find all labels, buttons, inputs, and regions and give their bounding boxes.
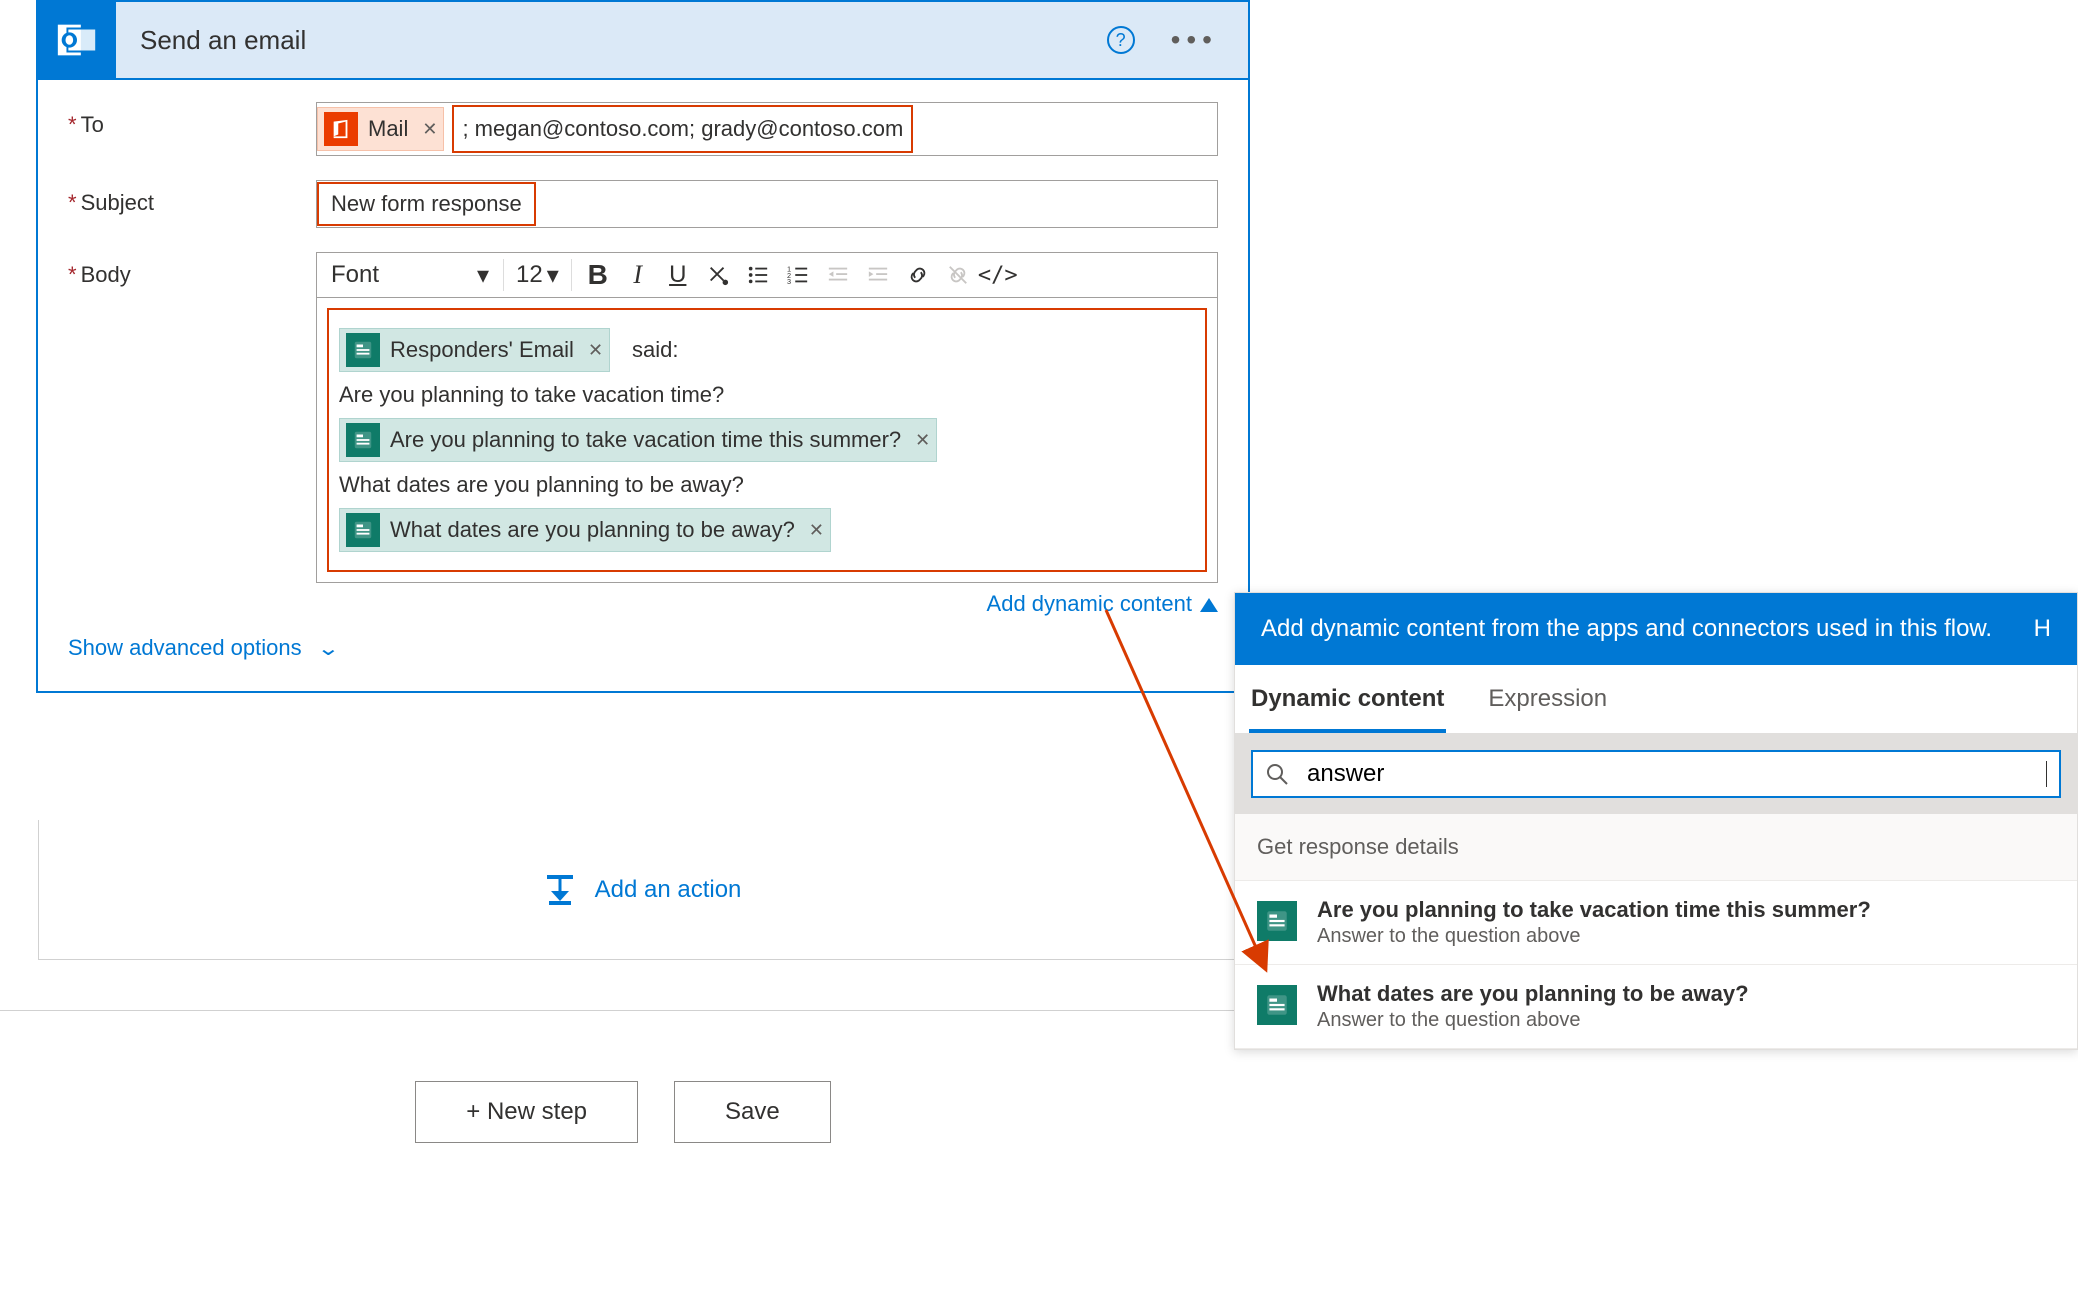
- underline-icon[interactable]: U: [660, 257, 696, 293]
- body-text-line1: Are you planning to take vacation time?: [339, 382, 1195, 408]
- code-view-icon[interactable]: </>: [980, 257, 1016, 293]
- dynamic-item-title: Are you planning to take vacation time t…: [1317, 897, 1871, 923]
- add-dynamic-content-row: Add dynamic content: [316, 591, 1218, 617]
- triangle-up-icon: [1200, 598, 1218, 612]
- token-q1-label: Are you planning to take vacation time t…: [390, 427, 901, 453]
- show-advanced-options-link[interactable]: Show advanced options ⌄: [68, 625, 336, 661]
- link-icon[interactable]: [900, 257, 936, 293]
- dynamic-item-title: What dates are you planning to be away?: [1317, 981, 1749, 1007]
- more-menu-icon[interactable]: •••: [1171, 24, 1218, 56]
- body-label: *Body: [68, 252, 316, 617]
- send-email-card: Send an email ? ••• *To Mail ✕: [36, 0, 1250, 693]
- dynamic-search[interactable]: [1251, 750, 2061, 798]
- dynamic-search-wrap: [1235, 734, 2077, 814]
- tab-expression[interactable]: Expression: [1486, 665, 1609, 733]
- field-body: *Body Font▾ 12▾ B I U: [68, 252, 1218, 617]
- chevron-down-icon: ⌄: [316, 636, 339, 661]
- subject-label: *Subject: [68, 180, 316, 228]
- token-q2-label: What dates are you planning to be away?: [390, 517, 795, 543]
- field-to: *To Mail ✕ ; megan@contoso.com; grady@co…: [68, 102, 1218, 156]
- body-editor[interactable]: Responders' Email ✕ said: Are you planni…: [316, 297, 1218, 583]
- add-action-button[interactable]: Add an action: [38, 820, 1246, 960]
- field-subject: *Subject New form response: [68, 180, 1218, 228]
- bottom-button-bar: + New step Save: [0, 1010, 1246, 1143]
- size-dropdown[interactable]: 12▾: [512, 259, 563, 292]
- indent-icon[interactable]: [860, 257, 896, 293]
- italic-icon[interactable]: I: [620, 257, 656, 293]
- outdent-icon[interactable]: [820, 257, 856, 293]
- dynamic-section-header: Get response details: [1235, 814, 2077, 881]
- forms-icon: [1257, 901, 1297, 941]
- dynamic-search-input[interactable]: [1307, 760, 2048, 788]
- dynamic-content-header-text: Add dynamic content from the apps and co…: [1261, 613, 1992, 645]
- new-step-button[interactable]: + New step: [415, 1081, 638, 1143]
- tab-dynamic-content[interactable]: Dynamic content: [1249, 665, 1446, 733]
- save-button[interactable]: Save: [674, 1081, 831, 1143]
- dynamic-content-panel: Add dynamic content from the apps and co…: [1234, 592, 2078, 1050]
- dynamic-content-header: Add dynamic content from the apps and co…: [1235, 593, 2077, 665]
- svg-text:3: 3: [787, 277, 791, 286]
- bullet-list-icon[interactable]: [740, 257, 776, 293]
- card-body: *To Mail ✕ ; megan@contoso.com; grady@co…: [38, 80, 1248, 691]
- hide-link-partial[interactable]: H: [2034, 613, 2051, 645]
- bold-icon[interactable]: B: [580, 257, 616, 293]
- token-q2[interactable]: What dates are you planning to be away? …: [339, 508, 831, 552]
- body-text-line2: What dates are you planning to be away?: [339, 472, 1195, 498]
- token-q1[interactable]: Are you planning to take vacation time t…: [339, 418, 937, 462]
- subject-input[interactable]: New form response: [316, 180, 1218, 228]
- body-text-said: said:: [632, 337, 678, 363]
- text-cursor: [2046, 761, 2047, 787]
- card-title: Send an email: [140, 25, 1107, 56]
- forms-icon: [346, 333, 380, 367]
- body-content-highlight: Responders' Email ✕ said: Are you planni…: [327, 308, 1207, 572]
- dynamic-content-tabs: Dynamic content Expression: [1235, 665, 2077, 734]
- subject-text: New form response: [331, 191, 522, 217]
- dynamic-item[interactable]: Are you planning to take vacation time t…: [1235, 881, 2077, 965]
- richtext-toolbar: Font▾ 12▾ B I U: [316, 252, 1218, 297]
- add-action-icon: [543, 873, 577, 907]
- token-mail[interactable]: Mail ✕: [317, 107, 444, 151]
- add-dynamic-content-link[interactable]: Add dynamic content: [987, 591, 1218, 616]
- token-responders-remove[interactable]: ✕: [588, 340, 603, 361]
- outlook-icon: [38, 1, 116, 79]
- add-action-label: Add an action: [595, 876, 742, 904]
- office-icon: [324, 112, 358, 146]
- to-text: ; megan@contoso.com; grady@contoso.com: [462, 116, 903, 142]
- card-header: Send an email ? •••: [38, 2, 1248, 80]
- dynamic-item[interactable]: What dates are you planning to be away? …: [1235, 965, 2077, 1049]
- dynamic-item-subtitle: Answer to the question above: [1317, 925, 1871, 948]
- token-q2-remove[interactable]: ✕: [809, 520, 824, 541]
- token-responders-email[interactable]: Responders' Email ✕: [339, 328, 610, 372]
- font-dropdown[interactable]: Font▾: [325, 259, 495, 292]
- help-icon[interactable]: ?: [1107, 26, 1135, 54]
- search-icon: [1265, 762, 1289, 786]
- token-q1-remove[interactable]: ✕: [915, 430, 930, 451]
- token-mail-remove[interactable]: ✕: [422, 119, 437, 140]
- to-input[interactable]: Mail ✕ ; megan@contoso.com; grady@contos…: [316, 102, 1218, 156]
- token-mail-label: Mail: [368, 116, 408, 142]
- font-color-icon[interactable]: [700, 257, 736, 293]
- unlink-icon[interactable]: [940, 257, 976, 293]
- number-list-icon[interactable]: 123: [780, 257, 816, 293]
- token-responders-label: Responders' Email: [390, 337, 574, 363]
- to-label: *To: [68, 102, 316, 156]
- forms-icon: [346, 513, 380, 547]
- forms-icon: [346, 423, 380, 457]
- dynamic-item-subtitle: Answer to the question above: [1317, 1009, 1749, 1032]
- forms-icon: [1257, 985, 1297, 1025]
